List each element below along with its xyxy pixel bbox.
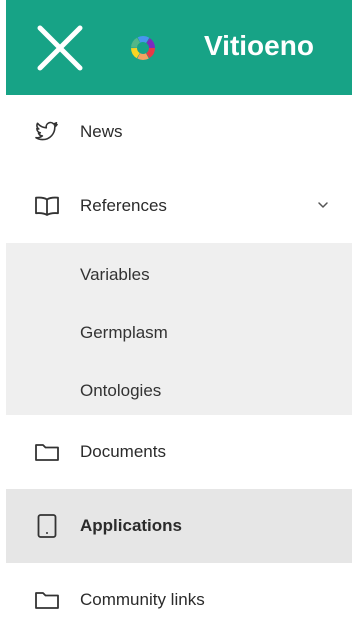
app-header: Vitioeno	[6, 0, 352, 95]
folder-icon	[34, 587, 60, 613]
twitter-icon	[34, 119, 60, 145]
menu-item-label: News	[80, 122, 123, 141]
menu-item-news[interactable]: News	[6, 95, 352, 169]
references-submenu: Variables Germplasm Ontologies	[6, 243, 352, 415]
menu-item-label: Documents	[80, 442, 166, 461]
menu-item-label: Community links	[80, 590, 205, 609]
folder-icon	[34, 439, 60, 465]
submenu-item-germplasm[interactable]: Germplasm	[80, 322, 168, 344]
menu-item-references[interactable]: References	[6, 169, 352, 243]
submenu-item-ontologies[interactable]: Ontologies	[80, 380, 161, 402]
menu-item-label: References	[80, 196, 167, 215]
book-icon	[34, 193, 60, 219]
menu-item-label: Applications	[80, 516, 183, 535]
close-icon[interactable]	[34, 22, 86, 74]
brand-name[interactable]: Vitioeno	[204, 28, 314, 64]
tablet-icon	[34, 513, 60, 539]
brand-logo-icon[interactable]	[129, 34, 157, 62]
menu-item-documents[interactable]: Documents	[6, 415, 352, 489]
menu-item-community-links[interactable]: Community links	[6, 563, 352, 637]
menu-item-applications[interactable]: Applications	[6, 489, 352, 563]
submenu-item-variables[interactable]: Variables	[80, 264, 150, 286]
chevron-down-icon[interactable]	[316, 198, 330, 212]
side-menu: News References Variables Germplasm Onto…	[6, 95, 352, 637]
